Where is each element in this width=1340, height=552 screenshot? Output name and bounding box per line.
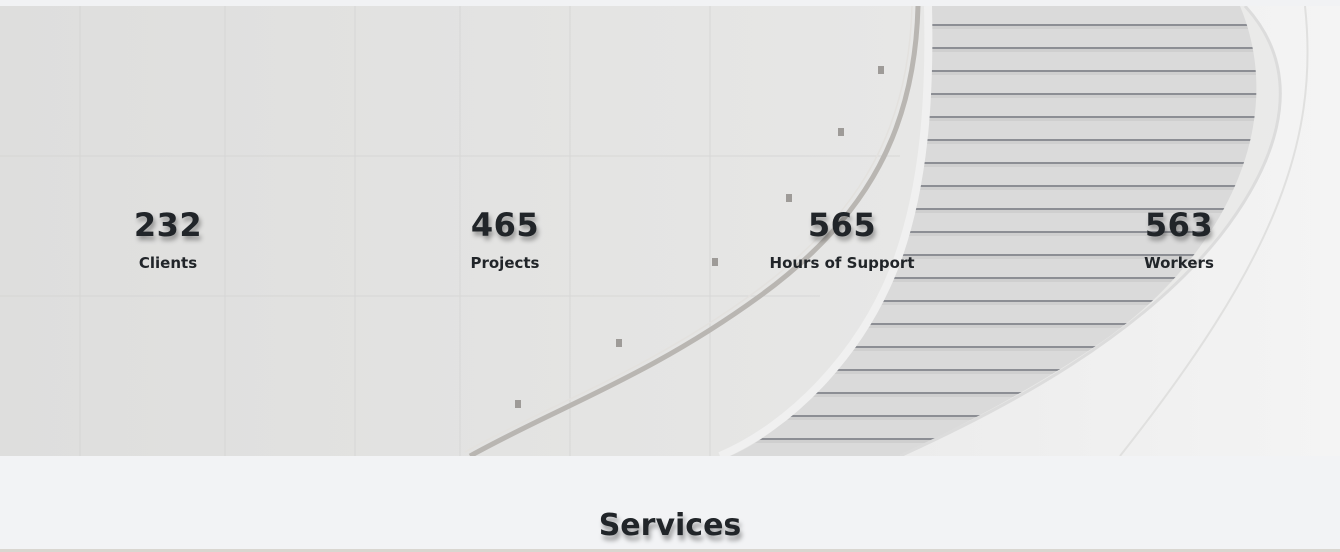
stat-label: Workers [1144,254,1214,272]
stat-label: Clients [138,254,198,272]
stat-workers: 563 Workers [1029,203,1329,273]
page: 232 Clients 465 Projects 565 Hours of Su… [0,0,1340,552]
services-heading: Services [598,508,742,543]
stat-label: Projects [470,254,540,272]
stat-value: 563 [1144,206,1214,244]
stat-label: Hours of Support [769,254,915,272]
stat-value: 232 [133,206,203,244]
stat-hours-of-support: 565 Hours of Support [692,203,992,273]
stat-projects: 465 Projects [355,203,655,273]
services-section: Services [0,456,1340,552]
stats-section: 232 Clients 465 Projects 565 Hours of Su… [0,6,1340,456]
stat-value: 465 [470,206,540,244]
stat-clients: 232 Clients [18,203,318,273]
stat-value: 565 [807,206,877,244]
